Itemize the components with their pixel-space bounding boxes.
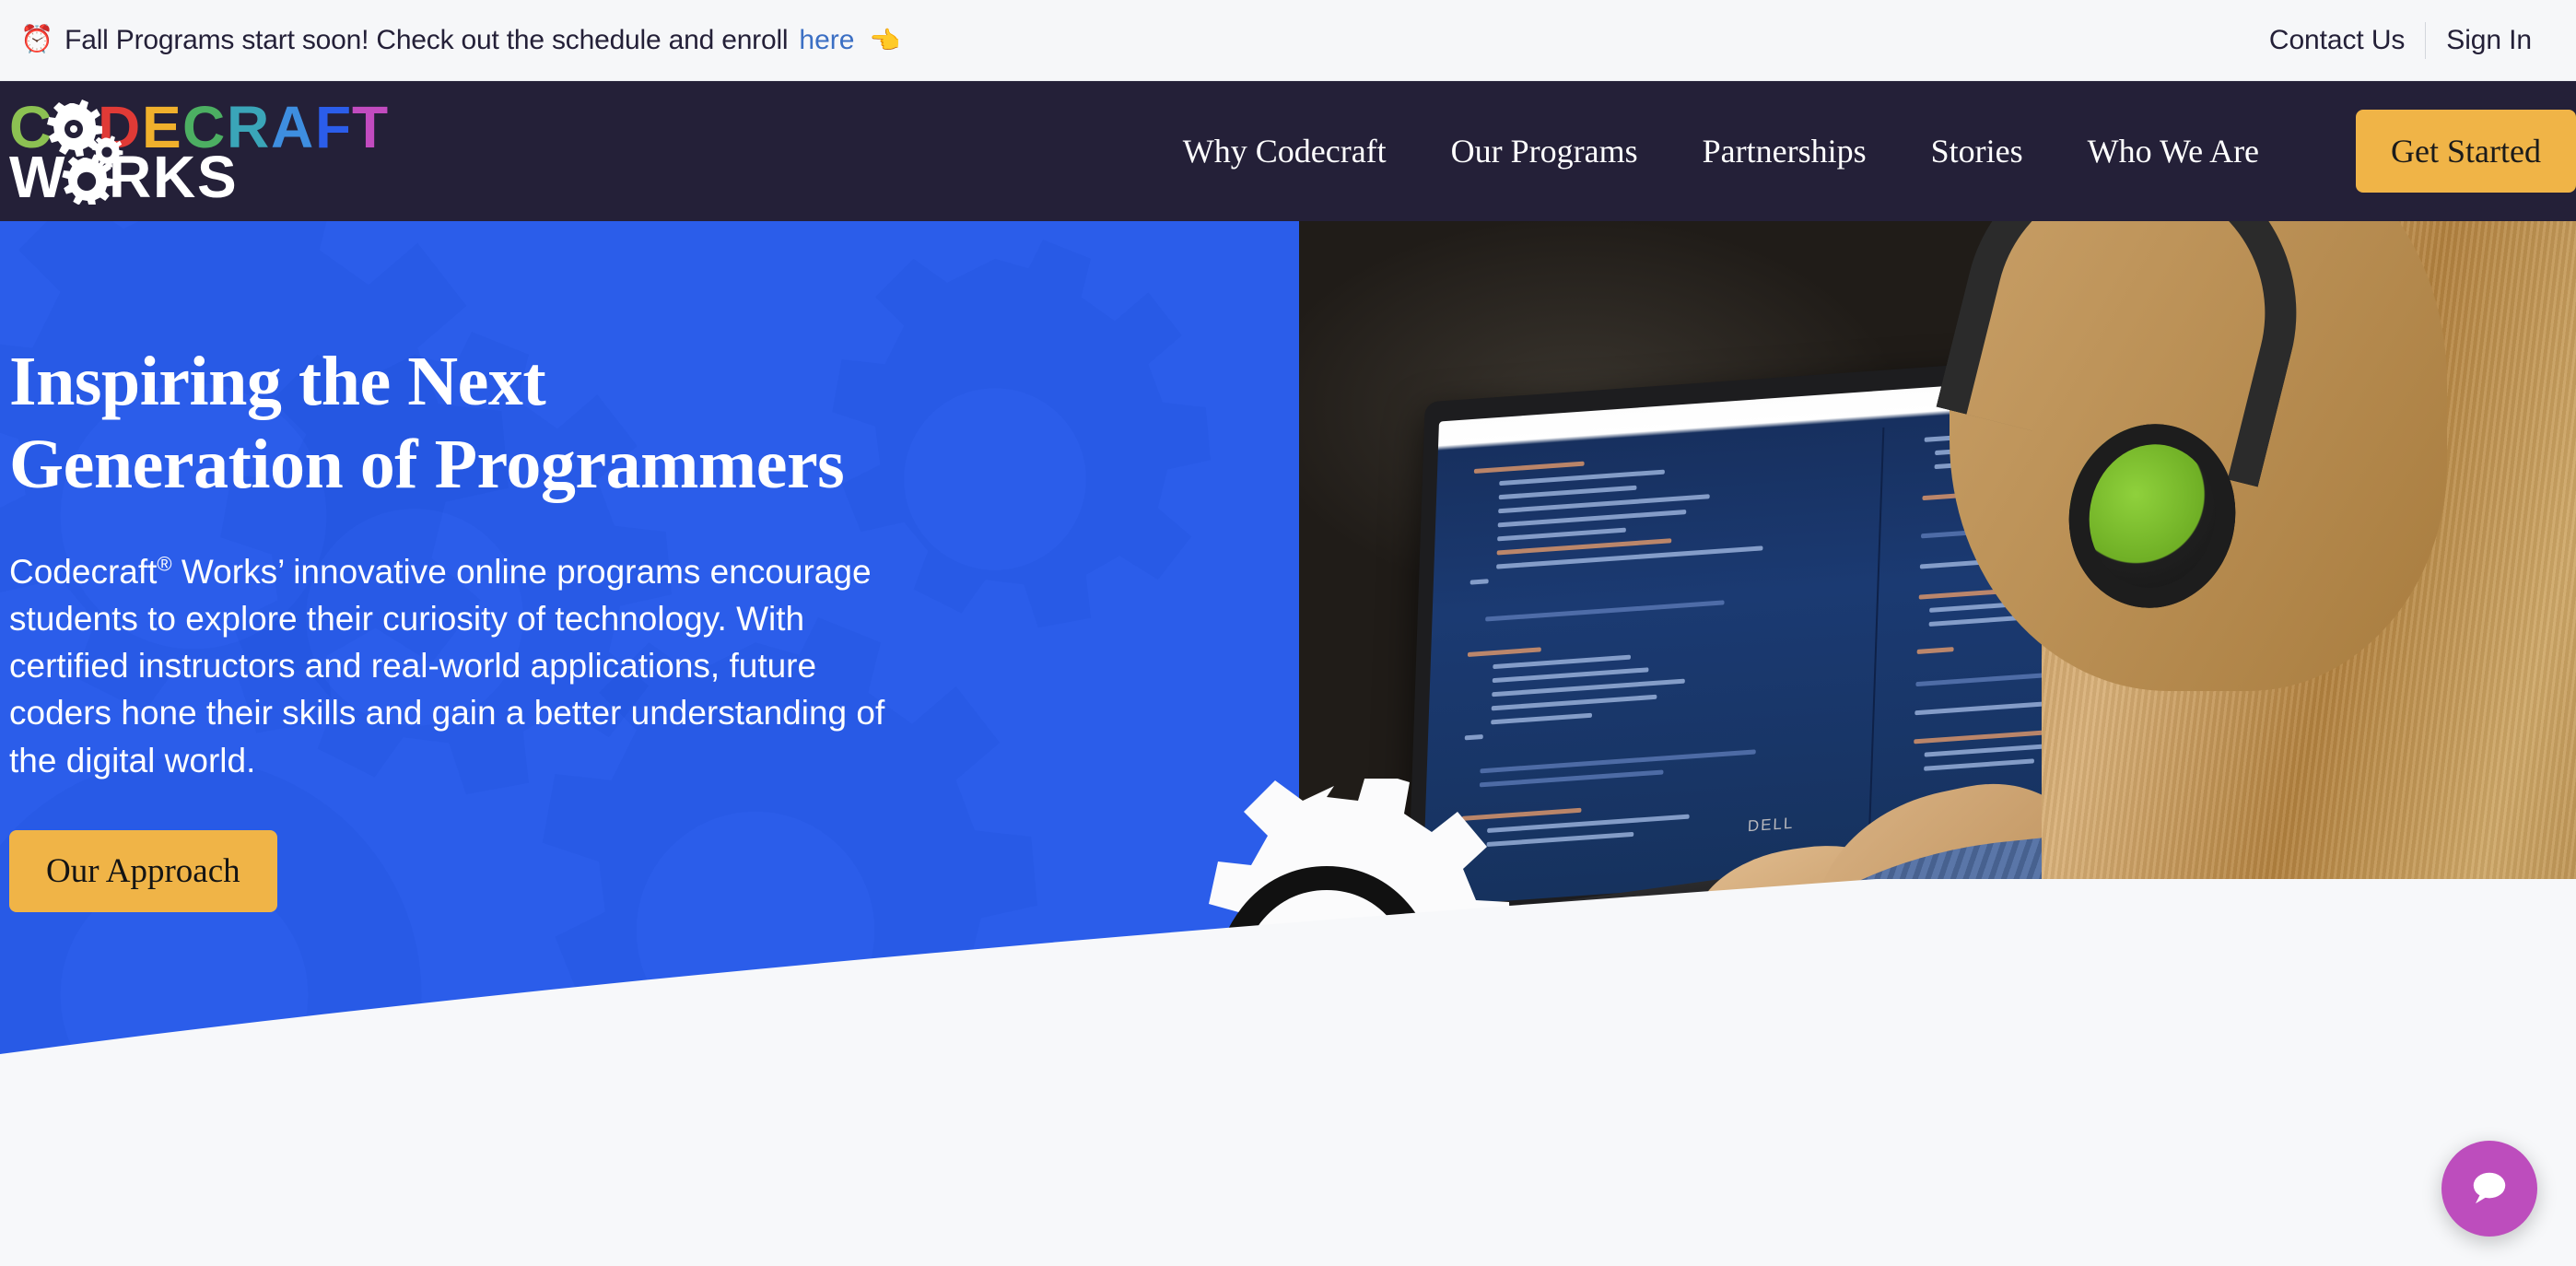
- primary-nav: Why Codecraft Our Programs Partnerships …: [1151, 110, 2576, 193]
- laptop-brand-label: DELL: [1747, 814, 1795, 836]
- mascot-arm-left: [1234, 1146, 1307, 1251]
- editor-split-divider: [1868, 427, 1885, 855]
- mascot-belt-stud-1: [1320, 1238, 1337, 1255]
- chat-widget-button[interactable]: [2441, 1141, 2537, 1237]
- svg-text:K: K: [153, 144, 195, 205]
- hero-title: Inspiring the Next Generation of Program…: [9, 341, 1299, 506]
- announcement-message: ⏰ Fall Programs start soon! Check out th…: [20, 25, 900, 56]
- mascot-belt-stud-2: [1355, 1237, 1372, 1253]
- page-root: ⏰ Fall Programs start soon! Check out th…: [0, 0, 2576, 1266]
- nav-item-stories[interactable]: Stories: [1899, 132, 2055, 170]
- chat-bubble-icon: [2473, 1172, 2506, 1204]
- hero-title-line1: Inspiring the Next: [9, 343, 546, 420]
- announcement-bar: ⏰ Fall Programs start soon! Check out th…: [0, 0, 2576, 81]
- nav-item-why-codecraft[interactable]: Why Codecraft: [1151, 132, 1419, 170]
- sign-in-link[interactable]: Sign In: [2426, 25, 2552, 56]
- svg-text:T: T: [352, 94, 388, 160]
- mascot-svg: [1203, 769, 1511, 1266]
- hero-paragraph: Codecraft® Works’ innovative online prog…: [9, 548, 907, 783]
- hero-title-line2: Generation of Programmers: [9, 425, 845, 503]
- get-started-button[interactable]: Get Started: [2356, 110, 2576, 193]
- our-approach-button[interactable]: Our Approach: [9, 829, 277, 912]
- registered-trademark-icon: ®: [157, 553, 172, 577]
- svg-text:A: A: [271, 94, 312, 160]
- mascot-arm-right: [1385, 1144, 1477, 1211]
- mascot-torso-top: [1294, 1135, 1395, 1155]
- pointing-hand-icon: 👈: [869, 26, 901, 54]
- utility-links: Contact Us Sign In: [2249, 21, 2552, 59]
- mascot-earcup-left: [1203, 1002, 1253, 1110]
- nav-item-who-we-are[interactable]: Who We Are: [2055, 132, 2291, 170]
- hero-section: DELL Inspiring the Next Generation of Pr…: [0, 221, 2576, 1266]
- svg-text:F: F: [315, 94, 350, 160]
- announcement-text: Fall Programs start soon! Check out the …: [64, 24, 789, 55]
- main-navbar: C O D E C R A F T W O R K S: [0, 81, 2576, 221]
- alarm-clock-icon: ⏰: [20, 25, 54, 54]
- mascot-hand-right: [1456, 1134, 1507, 1193]
- nav-item-partnerships[interactable]: Partnerships: [1670, 132, 1899, 170]
- svg-text:W: W: [9, 144, 65, 205]
- hero-paragraph-brand: Codecraft: [9, 553, 158, 592]
- svg-text:S: S: [197, 144, 236, 205]
- nav-item-our-programs[interactable]: Our Programs: [1419, 132, 1670, 170]
- announcement-enroll-link[interactable]: here: [799, 25, 854, 56]
- logo-svg: C O D E C R A F T W O R K S: [9, 94, 389, 210]
- mascot-sunglasses: [1247, 1002, 1423, 1088]
- contact-us-link[interactable]: Contact Us: [2249, 25, 2425, 56]
- mascot-illustration: [1032, 769, 1622, 1266]
- codecraft-works-logo[interactable]: C O D E C R A F T W O R K S: [7, 94, 404, 210]
